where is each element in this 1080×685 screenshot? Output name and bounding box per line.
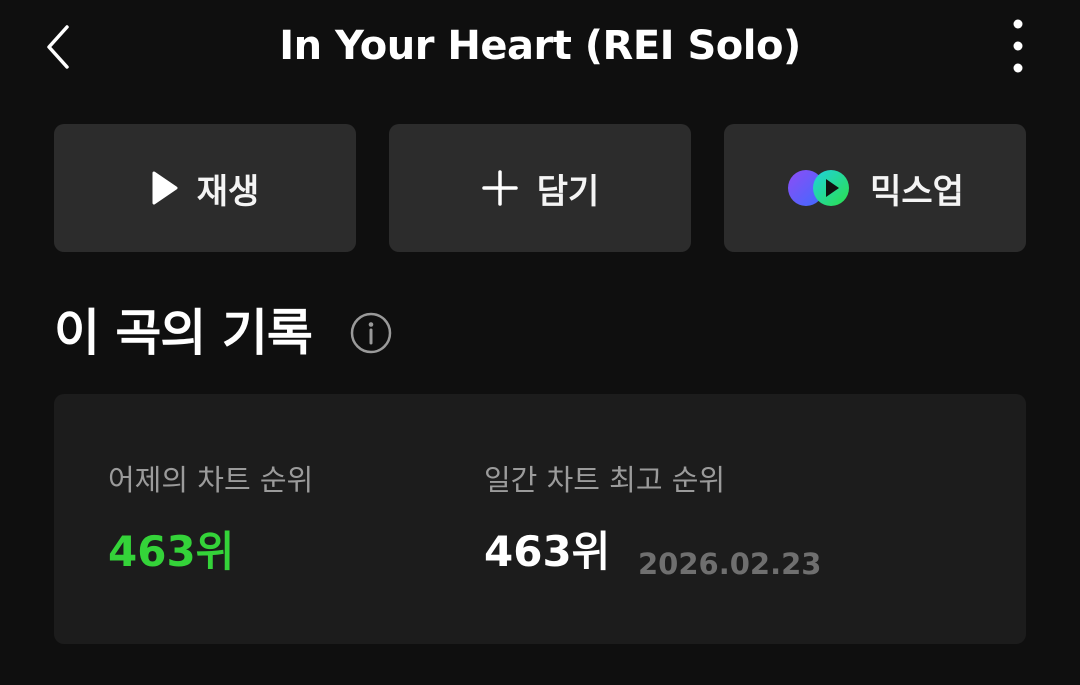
mixup-logo-icon	[788, 170, 850, 206]
plus-icon	[481, 170, 518, 206]
chevron-left-icon	[47, 25, 69, 69]
song-detail-page: In Your Heart (REI Solo) 재생 담기 믹스업 이 곡의 …	[0, 0, 1080, 685]
info-button[interactable]	[350, 312, 392, 354]
yesterday-rank-value: 463위	[108, 527, 235, 576]
peak-rank-label: 일간 차트 최고 순위	[484, 463, 726, 497]
page-title: In Your Heart (REI Solo)	[279, 23, 801, 69]
yesterday-rank-label: 어제의 차트 순위	[108, 463, 314, 497]
header: In Your Heart (REI Solo)	[0, 0, 1080, 95]
add-button-label: 담기	[536, 171, 600, 212]
peak-rank-date: 2026.02.23	[638, 547, 822, 581]
play-icon	[152, 171, 178, 205]
back-button[interactable]	[34, 20, 82, 74]
more-options-button[interactable]	[996, 14, 1040, 78]
play-button-label: 재생	[196, 171, 260, 212]
more-vertical-icon	[1013, 19, 1023, 73]
mixup-button[interactable]: 믹스업	[724, 124, 1026, 252]
section-title: 이 곡의 기록	[54, 304, 313, 362]
mixup-button-label: 믹스업	[870, 171, 964, 212]
chart-record-card: 어제의 차트 순위 463위 일간 차트 최고 순위 463위 2026.02.…	[54, 394, 1026, 644]
play-button[interactable]: 재생	[54, 124, 356, 252]
info-icon	[350, 312, 392, 354]
peak-rank-value: 463위	[484, 527, 611, 576]
add-to-playlist-button[interactable]: 담기	[389, 124, 691, 252]
